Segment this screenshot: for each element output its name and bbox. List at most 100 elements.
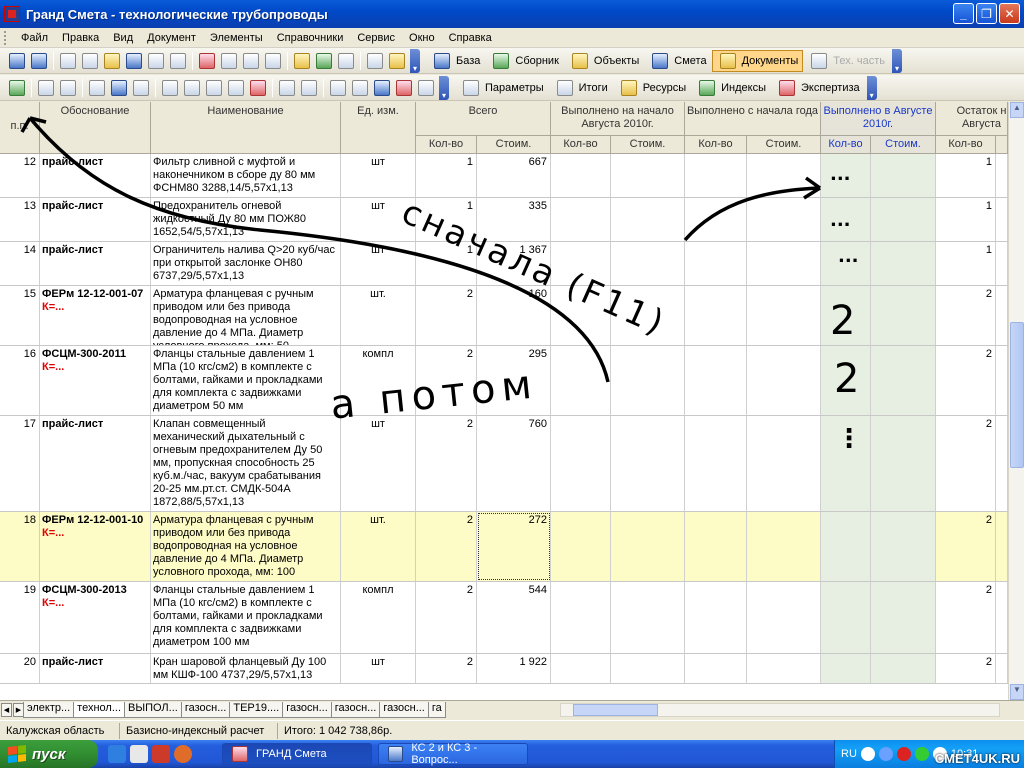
close-button[interactable]: ✕ bbox=[999, 3, 1020, 24]
layout-icon[interactable] bbox=[367, 52, 383, 69]
cell-empty[interactable] bbox=[996, 512, 1008, 581]
smeta-button[interactable]: Смета bbox=[644, 50, 711, 72]
options-icon[interactable] bbox=[338, 52, 354, 69]
cell-basis[interactable]: ФСЦМ-300-2013 К=... bbox=[40, 582, 151, 653]
sheet-tab[interactable]: газосн... bbox=[379, 701, 429, 718]
cell-empty[interactable] bbox=[611, 416, 685, 511]
cell-n[interactable]: 13 bbox=[0, 198, 40, 241]
cell-empty[interactable] bbox=[747, 416, 821, 511]
minimize-button[interactable]: _ bbox=[953, 3, 974, 24]
cell-name[interactable]: Клапан совмещенный механический дыхатель… bbox=[151, 416, 341, 511]
cell-qty[interactable]: 2 bbox=[416, 286, 477, 345]
print-icon[interactable] bbox=[31, 52, 47, 69]
cell-cost[interactable]: 760 bbox=[477, 416, 551, 511]
undo-icon[interactable] bbox=[126, 52, 142, 69]
indeksy-button[interactable]: Индексы bbox=[691, 77, 771, 99]
language-indicator[interactable]: RU bbox=[841, 748, 857, 760]
cell-n[interactable]: 14 bbox=[0, 242, 40, 285]
cell-empty[interactable] bbox=[871, 654, 936, 683]
cell-empty[interactable] bbox=[871, 286, 936, 345]
cell-empty[interactable] bbox=[685, 582, 747, 653]
percent-icon[interactable] bbox=[330, 79, 346, 96]
cell-empty[interactable] bbox=[996, 154, 1008, 197]
cell-n[interactable]: 16 bbox=[0, 346, 40, 415]
subheader-start-cost[interactable]: Стоим. bbox=[611, 136, 685, 154]
coefficient-label[interactable]: К=... bbox=[42, 597, 148, 610]
properties-icon[interactable] bbox=[221, 52, 237, 69]
document-overflow-chevron[interactable]: ▾ bbox=[866, 75, 877, 100]
cell-n[interactable]: 18 bbox=[0, 512, 40, 581]
cell-name[interactable]: Арматура фланцевая с ручным приводом или… bbox=[151, 286, 341, 345]
header-done-month[interactable]: Выполнено в Августе 2010г. bbox=[821, 102, 936, 136]
scroll-down-arrow[interactable]: ▼ bbox=[1010, 684, 1024, 700]
sheet-tab[interactable]: газосн... bbox=[180, 701, 231, 718]
header-done-year[interactable]: Выполнено с начала года bbox=[685, 102, 821, 136]
cell-empty[interactable] bbox=[747, 654, 821, 683]
header-pp[interactable]: п.п. bbox=[0, 102, 40, 154]
font-icon[interactable] bbox=[279, 79, 295, 96]
cell-empty[interactable] bbox=[871, 346, 936, 415]
cell-rem[interactable]: 1 bbox=[936, 154, 996, 197]
hscroll-thumb[interactable] bbox=[573, 704, 658, 716]
cell-empty[interactable] bbox=[685, 512, 747, 581]
cell-n[interactable]: 19 bbox=[0, 582, 40, 653]
paste-icon[interactable] bbox=[104, 52, 120, 69]
subheader-month-cost[interactable]: Стоим. bbox=[871, 136, 936, 154]
horizontal-scrollbar[interactable] bbox=[560, 703, 1000, 717]
cell-empty[interactable] bbox=[747, 286, 821, 345]
cell-empty[interactable] bbox=[685, 154, 747, 197]
sheet-tab[interactable]: газосн... bbox=[282, 701, 332, 718]
insert-row-icon[interactable] bbox=[162, 79, 178, 96]
cell-cost[interactable]: 667 bbox=[477, 154, 551, 197]
cell-empty[interactable] bbox=[996, 242, 1008, 285]
cell-cost[interactable]: 272 bbox=[477, 512, 551, 581]
dokumenty-button[interactable]: Документы bbox=[711, 49, 804, 72]
menu-service[interactable]: Сервис bbox=[350, 32, 402, 44]
cell-unit[interactable]: шт bbox=[341, 242, 416, 285]
cell-rem[interactable]: 2 bbox=[936, 346, 996, 415]
cell-empty[interactable] bbox=[871, 242, 936, 285]
cell-n[interactable]: 12 bbox=[0, 154, 40, 197]
table-row[interactable]: 15 ФЕРм 12-12-001-07 К=... Арматура фланцев… bbox=[0, 286, 1008, 346]
insert-section-icon[interactable] bbox=[184, 79, 200, 96]
subheader-month-qty[interactable]: Кол-во bbox=[821, 136, 871, 154]
itogi-button[interactable]: Итоги bbox=[549, 77, 613, 99]
table-row[interactable]: 20 прайс-лист Кран шаровой фланцевый Ду 10… bbox=[0, 654, 1008, 684]
tab-prev-arrow[interactable]: ◀ bbox=[1, 702, 12, 717]
ekspertiza-button[interactable]: Экспертиза bbox=[771, 77, 865, 99]
edit-overflow-chevron[interactable]: ▾ bbox=[439, 75, 449, 100]
cell-empty[interactable] bbox=[747, 512, 821, 581]
cell-empty[interactable] bbox=[685, 346, 747, 415]
table-row[interactable]: 18 ФЕРм 12-12-001-10 К=... Арматура фланцев… bbox=[0, 512, 1008, 582]
header-unit[interactable]: Ед. изм. bbox=[341, 102, 416, 154]
cell-empty[interactable] bbox=[871, 582, 936, 653]
menu-help[interactable]: Справка bbox=[442, 32, 499, 44]
move-icon[interactable] bbox=[228, 79, 244, 96]
cell-empty[interactable] bbox=[551, 346, 611, 415]
redo-icon[interactable] bbox=[148, 52, 164, 69]
remove-icon[interactable] bbox=[250, 79, 266, 96]
cell-qty[interactable]: 1 bbox=[416, 154, 477, 197]
maximize-button[interactable]: ❐ bbox=[976, 3, 997, 24]
toolbar-overflow-chevron[interactable]: ▾ bbox=[410, 48, 420, 73]
sort-icon[interactable] bbox=[265, 52, 281, 69]
cell-unit[interactable]: шт bbox=[341, 654, 416, 683]
task-grand-smeta[interactable]: ГРАНД Смета bbox=[222, 743, 372, 765]
subheader-total-cost[interactable]: Стоим. bbox=[477, 136, 551, 154]
cell-empty[interactable] bbox=[611, 346, 685, 415]
sheet-tab[interactable]: га bbox=[427, 701, 446, 718]
cell-empty[interactable] bbox=[685, 416, 747, 511]
cell-qty[interactable]: 2 bbox=[416, 416, 477, 511]
subheader-year-qty[interactable]: Кол-во bbox=[685, 136, 747, 154]
cell-empty[interactable] bbox=[685, 198, 747, 241]
sheet-tab-active[interactable]: технол... bbox=[73, 701, 125, 718]
percent-zero-icon[interactable] bbox=[396, 79, 412, 96]
header-basis[interactable]: Обоснование bbox=[40, 102, 151, 154]
cell-empty[interactable] bbox=[611, 198, 685, 241]
vertical-scrollbar[interactable]: ▲ ▼ bbox=[1008, 102, 1024, 700]
subheader-total-qty[interactable]: Кол-во bbox=[416, 136, 477, 154]
format-icon[interactable] bbox=[111, 79, 127, 96]
menu-references[interactable]: Справочники bbox=[270, 32, 351, 44]
cell-basis[interactable]: прайс-лист bbox=[40, 242, 151, 285]
tray-icon[interactable] bbox=[896, 747, 911, 761]
